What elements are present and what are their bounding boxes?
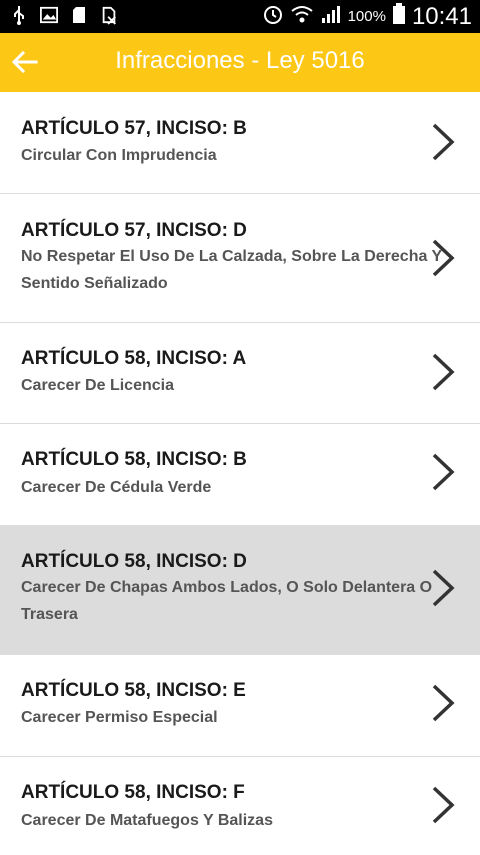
item-title: ARTÍCULO 58, INCISO: F: [21, 782, 245, 803]
signal-icon: [320, 4, 342, 29]
app-bar: Infracciones - Ley 5016: [0, 33, 480, 92]
list-item-selected[interactable]: ARTÍCULO 58, INCISO: D Carecer De Chapas…: [0, 526, 480, 655]
chevron-right-icon: [432, 123, 455, 161]
item-subtitle: Carecer De Cédula Verde: [21, 479, 212, 496]
image-icon: [40, 5, 58, 25]
item-subtitle: Carecer De Chapas Ambos Lados, O Solo De…: [21, 579, 433, 623]
alarm-icon: [262, 3, 284, 30]
clock: 10:41: [411, 2, 472, 30]
status-bar: 100% 10:41: [0, 0, 480, 33]
item-title: ARTÍCULO 58, INCISO: E: [21, 680, 246, 701]
no-sim-icon: [100, 5, 118, 25]
list-item[interactable]: ARTÍCULO 57, INCISO: B Circular Con Impr…: [0, 92, 480, 194]
item-subtitle: Carecer De Licencia: [21, 377, 174, 394]
chevron-right-icon: [432, 569, 455, 607]
list-item[interactable]: ARTÍCULO 58, INCISO: F Carecer De Matafu…: [0, 757, 480, 855]
sd-card-icon: [70, 5, 88, 25]
item-subtitle: Carecer Permiso Especial: [21, 709, 218, 726]
chevron-right-icon: [432, 453, 455, 491]
list-item[interactable]: ARTÍCULO 58, INCISO: E Carecer Permiso E…: [0, 655, 480, 757]
item-title: ARTÍCULO 57, INCISO: D: [21, 220, 247, 241]
list-item[interactable]: ARTÍCULO 57, INCISO: D No Respetar El Us…: [0, 194, 480, 323]
list-item[interactable]: ARTÍCULO 58, INCISO: B Carecer De Cédula…: [0, 424, 480, 526]
item-subtitle: Carecer De Matafuegos Y Balizas: [21, 812, 273, 829]
notification-icons: [10, 5, 118, 25]
item-title: ARTÍCULO 58, INCISO: A: [21, 348, 247, 369]
chevron-right-icon: [432, 786, 455, 824]
item-title: ARTÍCULO 57, INCISO: B: [21, 118, 247, 139]
item-subtitle: No Respetar El Uso De La Calzada, Sobre …: [21, 248, 442, 292]
battery-icon: [392, 3, 406, 30]
wifi-icon: [290, 3, 314, 30]
system-icons: 100% 10:41: [262, 0, 472, 33]
item-title: ARTÍCULO 58, INCISO: D: [21, 551, 247, 572]
page-title: Infracciones - Ley 5016: [115, 47, 365, 74]
battery-percent: 100%: [347, 8, 386, 25]
chevron-right-icon: [432, 684, 455, 722]
usb-icon: [10, 5, 28, 25]
item-title: ARTÍCULO 58, INCISO: B: [21, 449, 247, 470]
infractions-list: ARTÍCULO 57, INCISO: B Circular Con Impr…: [0, 92, 480, 855]
chevron-right-icon: [432, 353, 455, 391]
list-item[interactable]: ARTÍCULO 58, INCISO: A Carecer De Licenc…: [0, 323, 480, 424]
chevron-right-icon: [432, 239, 455, 277]
item-subtitle: Circular Con Imprudencia: [21, 147, 217, 164]
